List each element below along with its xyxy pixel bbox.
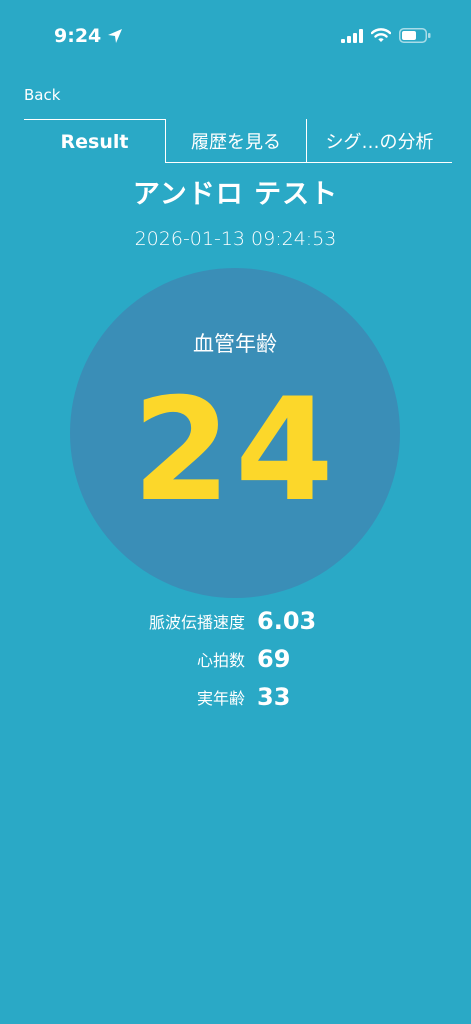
metric-label: 実年齢 [196,689,245,708]
metric-value: 69 [257,645,291,673]
vascular-age-value: 24 [132,368,338,533]
tab-history[interactable]: 履歴を見る [165,119,306,163]
metric-label: 心拍数 [196,651,245,670]
metric-value: 33 [257,683,291,711]
measurement-timestamp: 2026-01-13 09:24:53 [134,228,337,250]
battery-icon [399,28,431,43]
metric-row-actual-age: 実年齢 33 [0,680,290,714]
wifi-icon [371,28,391,42]
vascular-age-label: 血管年齢 [193,332,277,356]
status-icons [341,28,431,43]
metric-row-pwv: 脈波伝播速度 6.03 [0,604,316,638]
status-bar: 9:24 [0,0,471,76]
status-time: 9:24 [54,25,123,47]
location-arrow-icon [108,29,123,43]
vascular-age-circle: 血管年齢 24 [70,268,400,598]
metric-value: 6.03 [257,607,317,635]
metric-row-heart-rate: 心拍数 69 [0,642,290,676]
back-button[interactable]: Back [24,86,60,104]
status-time-text: 9:24 [54,25,102,47]
tab-bar: Result 履歴を見る シグ…の分析 [24,119,452,163]
tab-result[interactable]: Result [24,119,165,163]
cellular-signal-icon [341,28,363,43]
metric-label: 脈波伝播速度 [148,613,245,632]
tab-signal-analysis[interactable]: シグ…の分析 [306,119,452,163]
page-title: アンドロ テスト [132,179,339,210]
